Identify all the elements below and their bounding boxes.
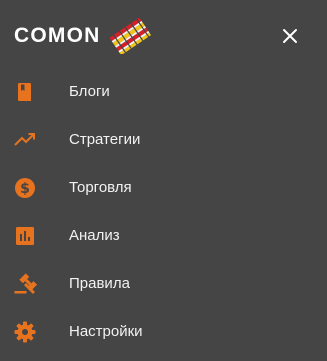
comon-logo[interactable]: COMON (14, 18, 151, 54)
bar-chart-icon (13, 224, 37, 248)
trending-up-icon (13, 128, 37, 152)
menu-item-label: Правила (69, 275, 130, 292)
menu-item-trading[interactable]: $ Торговля (0, 164, 327, 212)
striped-flag-logo-icon (108, 18, 151, 54)
svg-text:$: $ (20, 181, 30, 197)
gavel-icon (13, 272, 37, 296)
close-button[interactable] (276, 22, 304, 50)
drawer-header: COMON (0, 0, 327, 72)
menu-item-label: Блоги (69, 83, 110, 100)
menu-item-label: Настройки (69, 323, 143, 340)
book-icon (13, 80, 37, 104)
menu-item-label: Торговля (69, 179, 132, 196)
main-menu: Блоги Стратегии $ Торговля Анализ Правил… (0, 68, 327, 356)
menu-item-label: Анализ (69, 227, 120, 244)
menu-item-strategies[interactable]: Стратегии (0, 116, 327, 164)
navigation-drawer: COMON Блоги Стратегии $ Торговля Анализ … (0, 0, 327, 361)
dollar-coin-icon: $ (13, 176, 37, 200)
gear-icon (13, 320, 37, 344)
menu-item-rules[interactable]: Правила (0, 260, 327, 308)
menu-item-blogs[interactable]: Блоги (0, 68, 327, 116)
menu-item-label: Стратегии (69, 131, 141, 148)
logo-text: COMON (14, 24, 101, 47)
menu-item-settings[interactable]: Настройки (0, 308, 327, 356)
close-icon (283, 29, 297, 43)
menu-item-analysis[interactable]: Анализ (0, 212, 327, 260)
